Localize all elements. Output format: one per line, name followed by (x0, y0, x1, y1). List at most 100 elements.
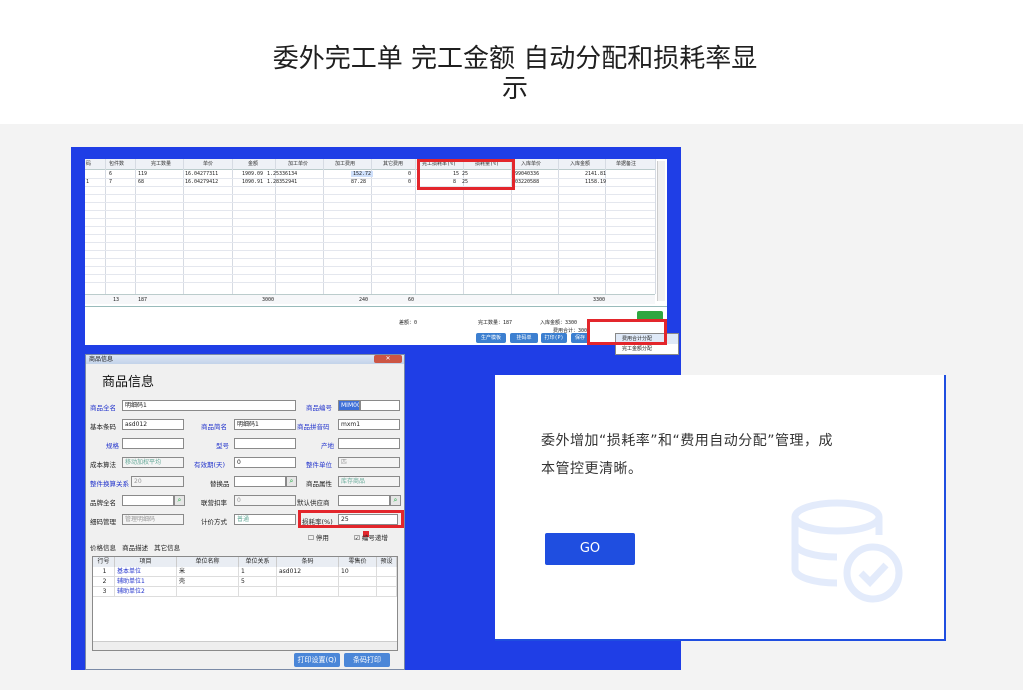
grid-cell: 99040336 (515, 171, 540, 177)
table-cell[interactable]: 10 (339, 567, 377, 577)
unit-label: 整件单位 (306, 461, 332, 469)
grid-cell: 16.04279412 (185, 179, 219, 185)
table-cell[interactable]: 辅助单位1 (115, 577, 177, 587)
tab-price[interactable]: 价格信息 (90, 544, 116, 552)
table-cell[interactable]: 辅助单位2 (115, 587, 177, 597)
print-settings-button[interactable]: 打印设置(Q) (294, 653, 340, 667)
close-icon[interactable]: ✕ (374, 355, 402, 363)
dialog-titlebar: 商品信息 (86, 355, 404, 364)
table-cell[interactable] (339, 587, 377, 597)
grid-cell: 2141.81 (585, 171, 607, 177)
grid-cell: 0 (408, 179, 412, 185)
table-header: 零售价 (339, 557, 377, 567)
attr-label: 商品属性 (306, 480, 332, 488)
table-cell[interactable]: asd012 (277, 567, 339, 577)
grid-header-cell: 入库金额 (570, 161, 591, 167)
barcode-input[interactable]: asd012 (122, 419, 184, 430)
stop-checkbox[interactable]: ☐ 停用 (308, 532, 329, 542)
grid-cell: 152.72 (351, 171, 374, 177)
barcode-print-button[interactable]: 条码打印 (344, 653, 390, 667)
template-button[interactable]: 生产模板 (476, 333, 506, 343)
table-cell[interactable] (277, 587, 339, 597)
unit-input[interactable]: 匹 (338, 457, 400, 468)
detail-label: 细码管理 (90, 518, 116, 526)
total-cell: 3000 (262, 297, 275, 303)
valid-input[interactable]: 0 (234, 457, 296, 468)
detail-select[interactable]: 管理明细码 (122, 514, 184, 525)
increment-label: 编号递增 (361, 534, 388, 542)
dialog-tabs: 价格信息 商品描述 其它信息 (90, 542, 184, 552)
table-cell[interactable] (339, 577, 377, 587)
supplier-label: 默认供应商 (297, 499, 330, 507)
table-header: 行号 (93, 557, 115, 567)
origin-input[interactable] (338, 438, 400, 449)
qty-text: 完工数量：187 (478, 320, 513, 326)
pinyin-label: 商品拼音码 (297, 423, 330, 431)
table-header: 预设 (377, 557, 397, 567)
ratio-input[interactable]: 20 (131, 476, 184, 487)
short-input[interactable]: 明细码1 (234, 419, 296, 430)
loss-rate-highlight (417, 159, 515, 190)
stop-label: 停用 (315, 534, 329, 542)
valid-label: 有效期(天) (194, 461, 226, 469)
tab-description[interactable]: 商品描述 (122, 544, 148, 552)
amount-text: 入库金额：3300 (540, 320, 578, 326)
grid-scrollbar[interactable] (657, 161, 665, 301)
grid-cell: 68 (138, 179, 145, 185)
table-header: 条码 (277, 557, 339, 567)
print-button[interactable]: 打印(P) (541, 333, 567, 343)
table-cell[interactable] (377, 587, 397, 597)
table-cell[interactable] (239, 587, 277, 597)
grid-header-cell: 入库单价 (521, 161, 542, 167)
spec-input[interactable] (122, 438, 184, 449)
total-cell: 240 (359, 297, 369, 303)
fullname-input[interactable]: 明细码1 (122, 400, 296, 411)
table-cell[interactable] (177, 587, 239, 597)
grid-row[interactable]: 6 119 16.04277311 1909.09 1.25336134 152… (85, 171, 655, 179)
grid-header-cell: 包件数 (109, 161, 125, 167)
table-cell[interactable]: 5 (239, 577, 277, 587)
loss-field-highlight (298, 510, 404, 528)
table-header: 单位名称 (177, 557, 239, 567)
model-input[interactable] (234, 438, 296, 449)
table-cell[interactable]: 基本单位 (115, 567, 177, 577)
table-cell[interactable] (277, 577, 339, 587)
grid-cell: 87.28 (351, 179, 367, 185)
size-button[interactable]: 挂码单 (510, 333, 538, 343)
table-cell[interactable] (377, 567, 397, 577)
code-input[interactable]: MIM001 (338, 400, 360, 411)
go-button[interactable]: GO (545, 533, 635, 565)
search-icon[interactable]: ⌕ (390, 495, 401, 506)
menu-item-amount-allocate[interactable]: 完工金额分配 (616, 344, 678, 354)
supplier-input[interactable] (338, 495, 390, 506)
grid-header-cell: 加工单价 (288, 161, 309, 167)
table-hscrollbar[interactable] (93, 641, 397, 650)
pinyin-input[interactable]: mxm1 (338, 419, 400, 430)
search-icon[interactable]: ⌕ (174, 495, 185, 506)
code-input-rest[interactable] (360, 400, 400, 411)
fullname-label: 商品全名 (90, 404, 116, 412)
attr-select[interactable]: 库存商品 (338, 476, 400, 487)
table-cell[interactable]: 1 (239, 567, 277, 577)
brand-input[interactable] (122, 495, 174, 506)
ratio-label: 整件换算关系 (90, 480, 129, 488)
model-label: 型号 (216, 442, 229, 450)
tab-other[interactable]: 其它信息 (154, 544, 180, 552)
substitute-input[interactable] (234, 476, 286, 487)
unit-table: 行号 项目 单位名称 单位关系 条码 零售价 预设 1 基本单位 米 1 asd… (92, 556, 398, 651)
table-cell[interactable]: 米 (177, 567, 239, 577)
search-icon[interactable]: ⌕ (286, 476, 297, 487)
price-select[interactable]: 普通 (234, 514, 296, 525)
discount-input[interactable]: 0 (234, 495, 296, 506)
grid-row[interactable]: 1 7 68 16.04279412 1090.91 1.28352941 87… (85, 179, 655, 187)
table-cell: 1 (93, 567, 115, 577)
table-cell[interactable]: 壳 (177, 577, 239, 587)
table-cell[interactable] (377, 577, 397, 587)
feature-card: 委外增加“损耗率”和“费用自动分配”管理，成本管控更清晰。 GO (495, 375, 946, 641)
grid-cell: 16.04277311 (185, 171, 219, 177)
cost-select[interactable]: 移动加权平均 (122, 457, 184, 468)
increment-checkbox[interactable]: ☑ 编号递增 (354, 532, 388, 542)
grid-totals-row: 13 187 3000 240 60 3300 (85, 294, 655, 304)
grid-header-cell: 完工数量 (151, 161, 172, 167)
short-label: 商品简名 (201, 423, 227, 431)
